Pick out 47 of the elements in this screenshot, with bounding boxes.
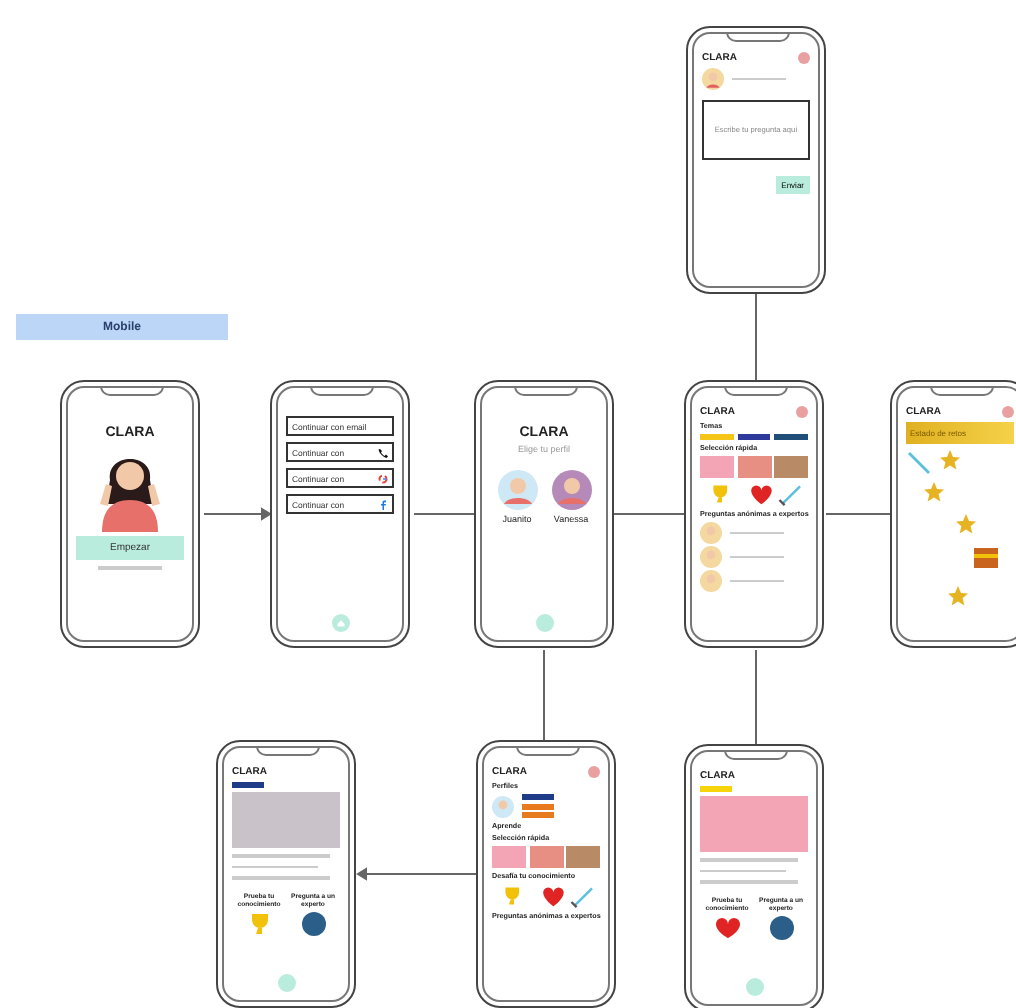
facebook-icon <box>378 499 388 509</box>
topic-chip[interactable] <box>774 434 809 440</box>
photo-placeholder[interactable] <box>737 456 771 478</box>
topic-chip[interactable] <box>737 434 771 440</box>
home-button-icon[interactable] <box>535 614 553 632</box>
tag <box>522 803 554 809</box>
avatar-icon[interactable] <box>700 570 722 592</box>
avatar-icon[interactable] <box>497 470 537 510</box>
photo-placeholder[interactable] <box>774 456 808 478</box>
text-line <box>732 77 786 81</box>
avatar-icon[interactable] <box>796 406 808 418</box>
avatar-icon[interactable] <box>700 546 722 568</box>
text-line <box>700 858 798 861</box>
google-icon <box>378 473 388 483</box>
avatar-icon[interactable] <box>700 522 722 544</box>
home-button-icon[interactable] <box>277 974 295 992</box>
text-line <box>97 566 163 569</box>
tag <box>700 786 732 792</box>
photo-placeholder <box>232 792 340 848</box>
text-line <box>700 869 787 872</box>
avatar-icon[interactable] <box>588 766 600 778</box>
home-button-icon[interactable] <box>745 978 763 996</box>
text-line <box>730 579 784 583</box>
card-icon <box>299 911 327 935</box>
phone-icon <box>378 447 388 457</box>
tag <box>522 812 554 818</box>
avatar-icon <box>702 68 724 90</box>
photo-placeholder <box>700 796 808 852</box>
avatar-icon[interactable] <box>492 795 514 817</box>
photo-placeholder[interactable] <box>529 846 563 868</box>
tag <box>232 782 264 788</box>
photo-placeholder[interactable] <box>566 846 600 868</box>
text-line <box>232 876 330 879</box>
avatar-icon[interactable] <box>551 470 591 510</box>
avatar-icon[interactable] <box>1002 406 1014 418</box>
card-icon <box>713 915 741 939</box>
home-button-icon[interactable] <box>331 614 349 632</box>
tag <box>522 794 554 800</box>
text-line <box>730 531 784 535</box>
text-line <box>730 555 784 559</box>
photo-placeholder[interactable] <box>492 846 526 868</box>
text-line <box>700 880 798 883</box>
text-line <box>232 865 319 868</box>
card-icon <box>767 915 795 939</box>
avatar-icon[interactable] <box>798 52 810 64</box>
photo-placeholder[interactable] <box>700 456 734 478</box>
text-line <box>232 854 330 857</box>
